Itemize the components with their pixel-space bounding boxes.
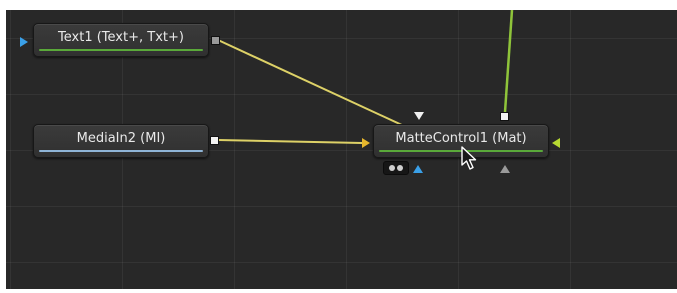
mattecontrol1-side-input[interactable] bbox=[552, 138, 560, 148]
link-arrowhead bbox=[362, 138, 370, 148]
link-green-to-mattecontrol1-mask bbox=[503, 10, 514, 113]
mattecontrol1-mask-input[interactable] bbox=[500, 112, 509, 121]
text1-input-triangle[interactable] bbox=[20, 37, 28, 47]
node-editor-canvas[interactable]: Text1 (Text+, Txt+) MediaIn2 (MI) MatteC… bbox=[6, 10, 677, 289]
mouse-pointer-icon bbox=[461, 146, 477, 170]
mattecontrol1-node-title: MatteControl1 (Mat) bbox=[395, 131, 527, 146]
mediain2-node[interactable]: MediaIn2 (MI) bbox=[33, 124, 209, 158]
mattecontrol1-background-output[interactable] bbox=[413, 165, 423, 173]
mediain2-output-port[interactable] bbox=[210, 136, 219, 145]
text1-node[interactable]: Text1 (Text+, Txt+) bbox=[33, 23, 209, 57]
text1-node-title: Text1 (Text+, Txt+) bbox=[58, 30, 184, 45]
link-mediain2-to-mattecontrol1 bbox=[217, 139, 363, 144]
view-toggle-icon[interactable] bbox=[383, 161, 409, 175]
view-toggle-dot-right bbox=[397, 165, 403, 171]
mediain2-node-title: MediaIn2 (MI) bbox=[76, 131, 166, 146]
text1-output-port[interactable] bbox=[211, 36, 220, 45]
view-toggle-dot-left bbox=[389, 165, 395, 171]
mattecontrol1-foreground-input[interactable] bbox=[414, 112, 424, 120]
mediain2-node-bar bbox=[39, 150, 203, 152]
text1-node-bar bbox=[39, 49, 203, 51]
mattecontrol1-output-port[interactable] bbox=[500, 165, 510, 173]
